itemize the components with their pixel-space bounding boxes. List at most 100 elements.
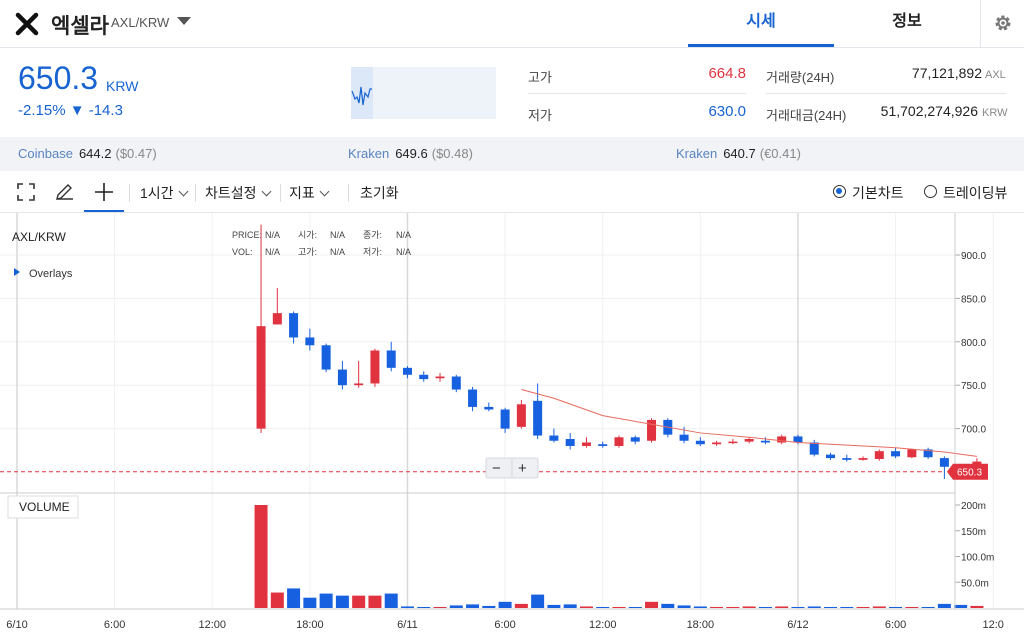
volume-value: 77,121,892 bbox=[911, 65, 982, 81]
coin-name: 엑셀라 bbox=[51, 15, 109, 38]
volume-bar bbox=[970, 605, 984, 608]
zoom-out-button[interactable]: − bbox=[492, 460, 501, 477]
legend-low-value: N/A bbox=[396, 247, 411, 257]
volume-bar bbox=[319, 593, 333, 608]
volume-bar bbox=[563, 604, 577, 608]
candle-body bbox=[256, 326, 266, 429]
exchange-item[interactable]: Kraken 640.7 (€0.41) bbox=[676, 146, 801, 161]
coin-dropdown-icon[interactable] bbox=[177, 17, 191, 25]
candle-body bbox=[468, 389, 478, 407]
volume-bar bbox=[758, 606, 772, 608]
trading-view-label[interactable]: 트레이딩뷰 bbox=[943, 183, 1007, 203]
volume-bar bbox=[693, 606, 707, 608]
legend-close-value: N/A bbox=[396, 230, 411, 240]
settings-button[interactable] bbox=[980, 0, 1024, 47]
volume-bar bbox=[677, 605, 691, 608]
current-price: 650.3 bbox=[18, 60, 99, 96]
volume-bar bbox=[466, 604, 480, 608]
chart-symbol: AXL/KRW bbox=[12, 230, 66, 244]
overlays-label[interactable]: Overlays bbox=[29, 268, 73, 280]
candlestick-chart-svg[interactable]: 900.0 850.0 800.0 750.0 700.0 200m 150m 100.0m… bbox=[0, 213, 1024, 639]
candle-body bbox=[272, 313, 282, 325]
volume-bar bbox=[840, 606, 854, 608]
x-tick-label: 6:00 bbox=[885, 619, 906, 631]
exchange-price-bar: Coinbase 644.2 ($0.47) Kraken 649.6 ($0.48) … bbox=[0, 137, 1024, 171]
trading-view-radio[interactable] bbox=[924, 185, 937, 198]
volume-bar bbox=[417, 606, 431, 608]
crosshair-tool[interactable] bbox=[84, 172, 124, 212]
volume-label: 거래량(24H) bbox=[766, 70, 835, 85]
price-chart[interactable]: 900.0 850.0 800.0 750.0 700.0 200m 150m 100.0m… bbox=[0, 213, 1024, 639]
candle-body bbox=[598, 444, 608, 446]
divider bbox=[348, 184, 349, 202]
exchange-item[interactable]: Kraken 649.6 ($0.48) bbox=[348, 146, 473, 161]
fullscreen-icon[interactable] bbox=[17, 183, 35, 201]
legend-open-value: N/A bbox=[330, 230, 345, 240]
zoom-in-button[interactable]: + bbox=[518, 460, 527, 477]
volume-bar bbox=[710, 606, 724, 608]
chart-toolbar: 1시간 차트설정 지표 초기화 기본차트 트레이딩뷰 bbox=[0, 172, 1024, 213]
volume-bar bbox=[872, 606, 886, 608]
volume-bar bbox=[547, 604, 561, 608]
candle-body bbox=[858, 458, 868, 460]
candle-body bbox=[793, 436, 803, 443]
volume-bar bbox=[726, 606, 740, 608]
volume-bar bbox=[628, 606, 642, 608]
change-absolute: ▼ -14.3 bbox=[69, 102, 123, 119]
candle-body bbox=[760, 440, 770, 443]
candle-body bbox=[712, 442, 722, 445]
candle-body bbox=[549, 435, 559, 441]
x-tick-label: 6/12 bbox=[787, 619, 808, 631]
interval-select[interactable]: 1시간 bbox=[140, 183, 188, 203]
volume-bar bbox=[254, 505, 268, 608]
volume-tick-label: 200m bbox=[961, 501, 986, 512]
candle-body bbox=[874, 451, 884, 459]
volume-bar bbox=[514, 603, 528, 608]
volume-bar bbox=[596, 606, 610, 608]
candle-body bbox=[826, 454, 835, 459]
candle-body bbox=[289, 313, 299, 338]
low-value: 630.0 bbox=[708, 103, 746, 120]
last-price-tag: 650.3 bbox=[947, 463, 988, 480]
gear-icon bbox=[995, 15, 1011, 31]
volume-bar bbox=[352, 595, 366, 608]
indicators-menu[interactable]: 지표 bbox=[289, 183, 330, 203]
y-tick-label: 900.0 bbox=[961, 251, 986, 262]
tab-market-price[interactable]: 시세 bbox=[688, 0, 834, 47]
pair-label: AXL/KRW bbox=[111, 15, 170, 30]
exchange-sub-price: ($0.47) bbox=[115, 146, 157, 161]
pencil-icon[interactable] bbox=[54, 182, 74, 202]
zoom-controls[interactable]: − + bbox=[485, 457, 539, 479]
candle-body bbox=[565, 439, 575, 446]
legend-high-label: 고가: bbox=[298, 247, 317, 257]
volume-bar bbox=[661, 603, 675, 608]
volume-bar bbox=[335, 595, 349, 608]
legend-close-label: 종가: bbox=[363, 230, 382, 240]
change-percent: -2.15% bbox=[18, 102, 66, 119]
tab-info[interactable]: 정보 bbox=[834, 0, 980, 47]
volume-bar bbox=[937, 603, 951, 608]
candle-body bbox=[614, 437, 624, 446]
y-axis-labels: 900.0 850.0 800.0 750.0 700.0 bbox=[955, 251, 986, 436]
candle-body bbox=[695, 440, 705, 445]
chart-settings-menu[interactable]: 차트설정 bbox=[205, 183, 271, 203]
candle-body bbox=[728, 441, 738, 444]
chevron-down-icon bbox=[319, 186, 330, 197]
y-tick-label: 850.0 bbox=[961, 294, 986, 305]
candle-body bbox=[337, 369, 347, 386]
candle-body bbox=[809, 442, 819, 455]
candle-body bbox=[500, 409, 510, 429]
y-tick-label: 700.0 bbox=[961, 425, 986, 436]
x-tick-label: 12:00 bbox=[198, 619, 226, 631]
basic-chart-radio[interactable] bbox=[833, 185, 846, 198]
volume-series bbox=[254, 505, 984, 608]
basic-chart-label[interactable]: 기본차트 bbox=[852, 183, 904, 203]
volume-bar bbox=[579, 606, 593, 608]
exchange-item[interactable]: Coinbase 644.2 ($0.47) bbox=[18, 146, 157, 161]
x-tick-label: 12:0 bbox=[982, 619, 1003, 631]
candle-body bbox=[939, 458, 949, 467]
reset-button[interactable]: 초기화 bbox=[360, 183, 399, 203]
candle-body bbox=[891, 451, 901, 457]
exchange-name: Coinbase bbox=[18, 146, 73, 161]
candle-series bbox=[256, 224, 982, 479]
